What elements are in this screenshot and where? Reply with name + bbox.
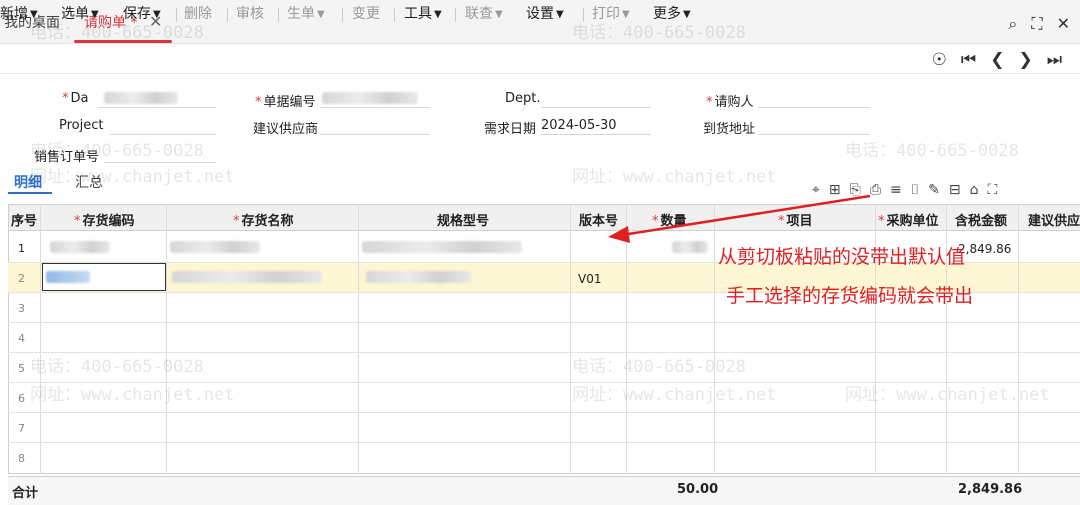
annotation-line-1: 从剪切板粘贴的没带出默认值 bbox=[718, 246, 966, 268]
annotation-line-2: 手工选择的存货编码就会带出 bbox=[726, 285, 974, 307]
